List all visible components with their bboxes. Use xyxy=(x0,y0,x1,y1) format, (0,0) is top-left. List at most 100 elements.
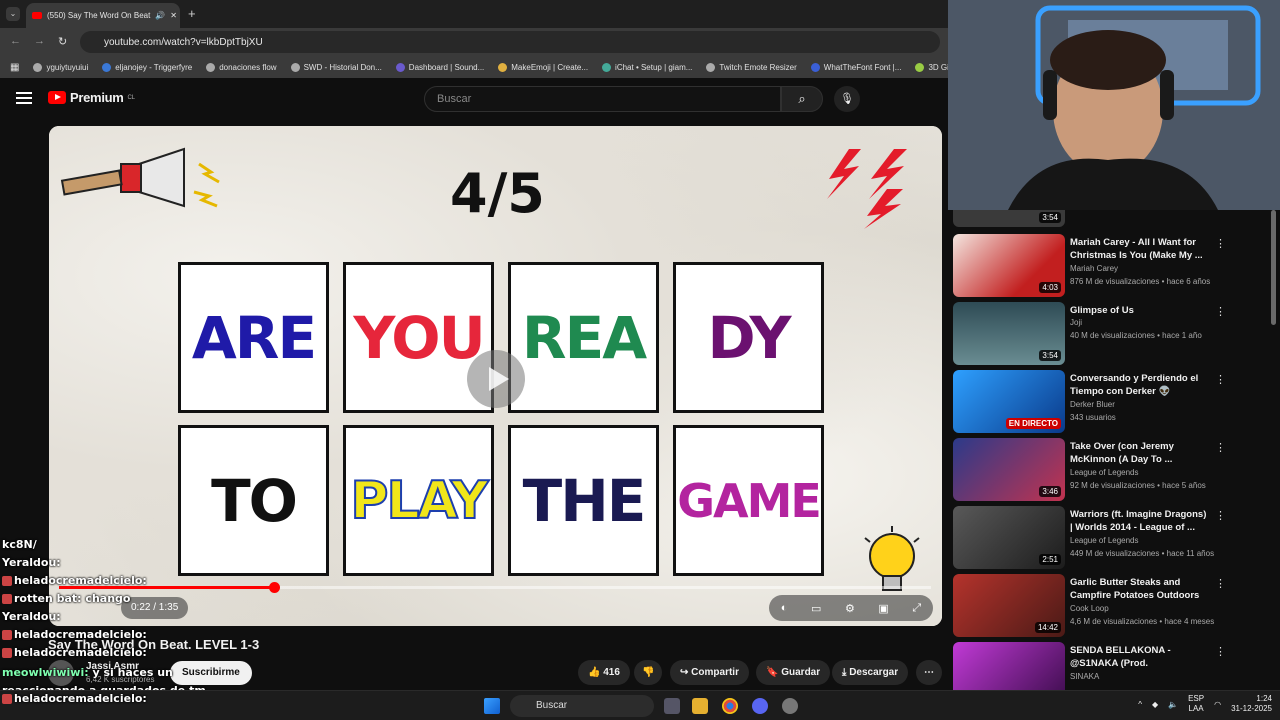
bookmark-item[interactable]: WhatTheFont Font |... xyxy=(810,62,901,72)
fullscreen-icon[interactable]: ⤢ xyxy=(912,602,921,615)
recommendation-item[interactable]: 3:54 Glimpse of Us Joji 40 M de visualiz… xyxy=(953,302,1268,366)
apps-icon[interactable]: ▦ xyxy=(10,62,19,73)
chat-badge-icon xyxy=(2,594,12,604)
video-meta: 40 M de visualizaciones • hace 1 año xyxy=(1070,331,1202,340)
recommendation-item[interactable]: 2:51 Warriors (ft. Imagine Dragons) | Wo… xyxy=(953,506,1268,570)
save-button[interactable]: 🔖 Guardar xyxy=(756,660,831,685)
video-title[interactable]: Glimpse of Us xyxy=(1070,304,1210,317)
search-input[interactable]: Buscar xyxy=(424,86,781,112)
more-options-icon[interactable]: ⋮ xyxy=(1215,305,1226,318)
task-view-icon[interactable] xyxy=(664,698,680,714)
windows-start-icon[interactable] xyxy=(484,698,500,714)
tray-chevron-icon[interactable]: ^ xyxy=(1138,700,1142,709)
webcam-overlay xyxy=(948,0,1280,210)
language-indicator[interactable]: ESP LAA xyxy=(1188,694,1204,714)
new-tab-button[interactable]: + xyxy=(188,6,196,21)
thumbs-down-icon: 👎 xyxy=(642,667,655,678)
bookmark-item[interactable]: Twitch Emote Resizer xyxy=(706,62,797,72)
video-title[interactable]: SENDA BELLAKONA - @S1NAKA (Prod. @flacko… xyxy=(1070,644,1210,671)
recommendation-item[interactable]: 14:42 Garlic Butter Steaks and Campfire … xyxy=(953,574,1268,638)
channel-name[interactable]: Joji xyxy=(1070,318,1082,327)
video-title[interactable]: Warriors (ft. Imagine Dragons) | Worlds … xyxy=(1070,508,1210,534)
close-tab-icon[interactable]: ✕ xyxy=(170,11,177,20)
youtube-logo[interactable]: Premium CL xyxy=(48,90,135,105)
bookmark-item[interactable]: eljanojey - Triggerfyre xyxy=(102,62,192,72)
volume-icon[interactable]: 🔈 xyxy=(1168,700,1178,709)
bookmark-item[interactable]: MakeEmoji | Create... xyxy=(498,62,588,72)
card-text: PLAY xyxy=(349,470,489,532)
hamburger-menu-icon[interactable] xyxy=(16,92,32,104)
channel-name[interactable]: Derker Bluer xyxy=(1070,400,1115,409)
search-button[interactable]: ⌕ xyxy=(781,86,823,112)
recommendation-item[interactable]: EN DIRECTO Conversando y Perdiendo el Ti… xyxy=(953,370,1268,434)
more-options-icon[interactable]: ⋮ xyxy=(1215,441,1226,454)
channel-name[interactable]: Cook Loop xyxy=(1070,604,1109,613)
sidebar-scrollbar[interactable] xyxy=(1271,210,1276,325)
tab-list-button[interactable]: ⌄ xyxy=(6,7,20,21)
theater-mode-icon[interactable]: ▣ xyxy=(878,602,888,615)
video-title[interactable]: Take Over (con Jeremy McKinnon (A Day To… xyxy=(1070,440,1210,466)
channel-name[interactable]: SINAKA xyxy=(1070,672,1099,681)
subtitles-icon[interactable]: ▭ xyxy=(811,602,821,615)
bookmark-item[interactable]: 3D Gif M xyxy=(915,62,948,72)
bookmark-item[interactable]: donaciones flow xyxy=(206,62,277,72)
video-thumbnail[interactable]: 4:03 xyxy=(953,234,1065,297)
speaker-icon[interactable]: 🔊 xyxy=(155,11,165,20)
recommendation-item[interactable]: 4:03 Mariah Carey - All I Want for Chris… xyxy=(953,234,1268,298)
play-button-overlay[interactable] xyxy=(467,350,525,408)
card-text: GAME xyxy=(677,473,822,528)
dislike-button[interactable]: 👎 xyxy=(634,660,663,685)
share-button[interactable]: ↪ Compartir xyxy=(670,660,749,685)
video-thumbnail[interactable]: EN DIRECTO xyxy=(953,370,1065,433)
video-thumbnail[interactable]: 3:46 xyxy=(953,438,1065,501)
autoplay-toggle[interactable]: ◐ xyxy=(781,602,788,614)
reload-icon[interactable]: ↻ xyxy=(58,35,67,48)
discord-icon[interactable] xyxy=(752,698,768,714)
more-options-icon[interactable]: ⋮ xyxy=(1215,577,1226,590)
network-icon[interactable]: ◆ xyxy=(1152,700,1158,709)
chrome-icon[interactable] xyxy=(722,698,738,714)
forward-icon[interactable]: → xyxy=(34,35,45,47)
bookmark-item[interactable]: yguiytuyuiui xyxy=(33,62,88,72)
settings-gear-icon[interactable]: ⚙ xyxy=(845,602,855,615)
tab-title: (550) Say The Word On Beat xyxy=(47,11,151,20)
more-options-icon[interactable]: ⋮ xyxy=(1215,645,1226,658)
channel-name[interactable]: Mariah Carey xyxy=(1070,264,1118,273)
channel-name[interactable]: League of Legends xyxy=(1070,536,1139,545)
channel-name[interactable]: League of Legends xyxy=(1070,468,1139,477)
file-explorer-icon[interactable] xyxy=(692,698,708,714)
address-bar[interactable]: youtube.com/watch?v=lkbDptTbjXU xyxy=(80,31,940,53)
lightbulb-icon xyxy=(864,526,920,591)
more-options-icon[interactable]: ⋮ xyxy=(1215,373,1226,386)
more-options-icon[interactable]: ⋮ xyxy=(1215,237,1226,250)
browser-tab-active[interactable]: (550) Say The Word On Beat 🔊 ✕ xyxy=(26,3,180,28)
url-text: youtube.com/watch?v=lkbDptTbjXU xyxy=(104,36,263,48)
download-button[interactable]: ⤓ Descargar xyxy=(832,660,909,685)
video-thumbnail[interactable]: 14:42 xyxy=(953,574,1065,637)
bookmark-item[interactable]: iChat • Setup | giam... xyxy=(602,62,692,72)
obs-icon[interactable] xyxy=(782,698,798,714)
video-thumbnail[interactable]: 3:54 xyxy=(953,210,1065,227)
video-thumbnail[interactable] xyxy=(953,642,1065,690)
like-button[interactable]: 👍 416 xyxy=(578,660,630,685)
video-title[interactable]: Mariah Carey - All I Want for Christmas … xyxy=(1070,236,1210,262)
subscribe-button[interactable]: Suscribirme xyxy=(170,661,252,685)
thumbs-up-icon: 👍 xyxy=(588,667,601,678)
video-thumbnail[interactable]: 2:51 xyxy=(953,506,1065,569)
video-thumbnail[interactable]: 3:54 xyxy=(953,302,1065,365)
bookmark-item[interactable]: SWD - Historial Don... xyxy=(290,62,382,72)
video-title[interactable]: Conversando y Perdiendo el Tiempo con De… xyxy=(1070,372,1210,398)
progress-scrubber[interactable] xyxy=(269,582,280,593)
more-options-icon[interactable]: ⋮ xyxy=(1215,509,1226,522)
clock[interactable]: 1:24 31-12-2025 xyxy=(1231,694,1272,714)
recommendation-item[interactable]: 3:46 Take Over (con Jeremy McKinnon (A D… xyxy=(953,438,1268,502)
video-title[interactable]: Garlic Butter Steaks and Campfire Potato… xyxy=(1070,576,1210,602)
wifi-icon[interactable]: ◠ xyxy=(1214,700,1221,709)
taskbar-search[interactable]: Buscar xyxy=(510,695,654,717)
voice-search-button[interactable]: 🎙 xyxy=(834,86,860,112)
video-player[interactable]: 4/5 ARE YOU REA DY TO PLAY THE GAME 0:22… xyxy=(49,126,942,626)
recommendation-item[interactable]: SENDA BELLAKONA - @S1NAKA (Prod. @flacko… xyxy=(953,642,1268,690)
back-icon[interactable]: ← xyxy=(10,35,21,47)
more-actions-button[interactable]: ⋯ xyxy=(916,660,942,685)
bookmark-item[interactable]: Dashboard | Sound... xyxy=(395,62,484,72)
